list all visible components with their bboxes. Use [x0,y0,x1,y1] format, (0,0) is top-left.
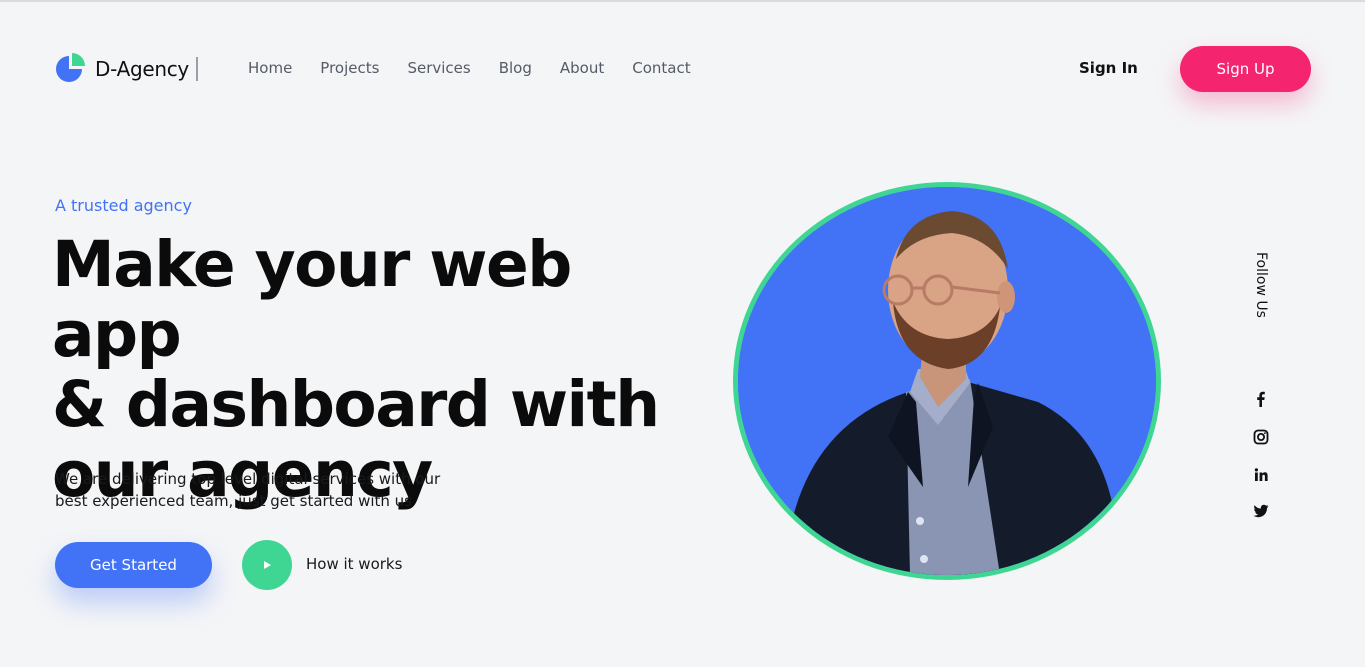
logo-icon [56,53,85,82]
nav-about[interactable]: About [560,59,604,77]
follow-us-label: Follow Us [1253,252,1269,318]
sign-up-button[interactable]: Sign Up [1180,46,1311,92]
instagram-icon [1253,429,1269,445]
nav-home[interactable]: Home [248,59,292,77]
twitter-icon [1253,504,1269,518]
play-button[interactable] [242,540,292,590]
linkedin-link[interactable] [1252,466,1270,484]
sign-in-link[interactable]: Sign In [1079,59,1138,77]
nav-services[interactable]: Services [407,59,470,77]
subtext-line-2: best experienced team, just get started … [55,492,412,510]
play-icon [264,561,271,569]
nav-projects[interactable]: Projects [320,59,379,77]
brand-name: D-Agency [95,56,189,81]
nav-contact[interactable]: Contact [632,59,690,77]
hero-image [733,182,1161,580]
nav-blog[interactable]: Blog [499,59,532,77]
how-it-works-link[interactable]: How it works [306,555,402,573]
headline-line-1: Make your web app [52,228,572,371]
hero-eyebrow: A trusted agency [55,196,192,215]
linkedin-icon [1254,468,1268,481]
person-photo-icon [738,187,1156,575]
top-border [0,0,1365,2]
main-nav: Home Projects Services Blog About Contac… [248,59,691,77]
hero-subtext: We are delivering top level digital serv… [55,468,455,512]
headline-line-2: & dashboard with [52,368,660,441]
instagram-link[interactable] [1252,428,1270,446]
subtext-line-1: We are delivering top level digital serv… [55,470,441,488]
get-started-button[interactable]: Get Started [55,542,212,588]
logo-divider [196,57,198,81]
facebook-icon [1257,391,1265,407]
facebook-link[interactable] [1252,390,1270,408]
logo[interactable]: D-Agency [55,53,198,84]
twitter-link[interactable] [1252,502,1270,520]
